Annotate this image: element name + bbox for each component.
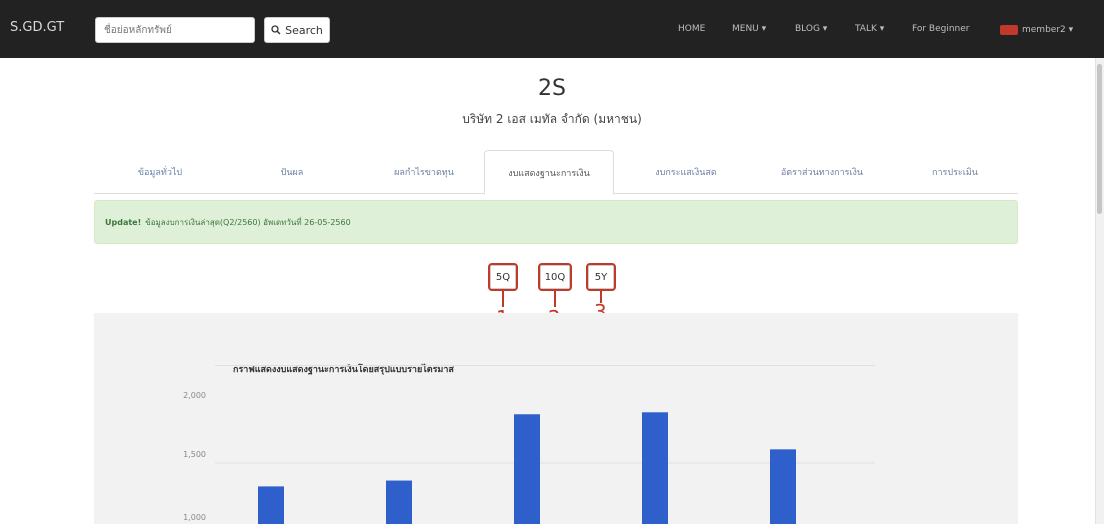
bar-chart (215, 365, 875, 524)
chart-bar[interactable] (770, 449, 796, 524)
chart-bar[interactable] (514, 414, 540, 524)
chart-bar[interactable] (642, 412, 668, 524)
chart-bar[interactable] (386, 480, 412, 524)
chart-bar[interactable] (258, 486, 284, 524)
